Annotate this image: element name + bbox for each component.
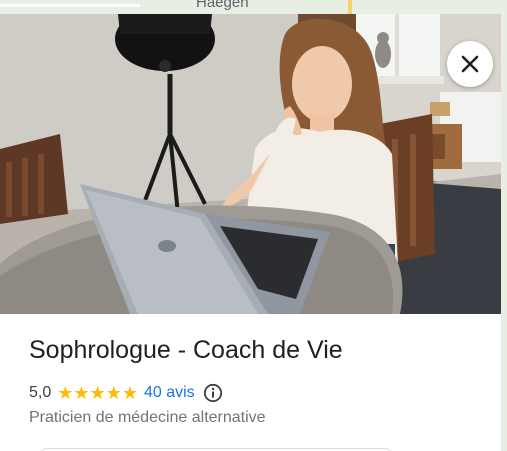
rating-row: 5,0 ★ ★ ★ ★ ★ 40 avis [29,382,223,404]
place-photo[interactable] [0,14,501,314]
place-panel: Haegen Sophrologue - Coach de Vie 5,0 ★ … [0,0,507,451]
place-category[interactable]: Praticien de médecine alternative [29,409,266,427]
rating-stars: ★ ★ ★ ★ ★ [57,384,138,402]
map-road [0,4,140,7]
close-button[interactable] [447,41,493,87]
map-place-label: Haegen [196,0,249,11]
star-icon: ★ [89,383,106,403]
map-background[interactable]: Haegen [0,0,507,14]
reviews-link[interactable]: 40 avis [144,384,195,402]
info-icon[interactable] [203,383,223,403]
star-icon: ★ [57,383,74,403]
place-title: Sophrologue - Coach de Vie [29,336,343,364]
star-icon: ★ [121,383,138,403]
star-icon: ★ [73,383,90,403]
close-icon [461,55,479,73]
star-icon: ★ [105,383,122,403]
map-road [348,0,352,14]
place-info: Sophrologue - Coach de Vie 5,0 ★ ★ ★ ★ ★… [0,314,501,451]
map-background-edge[interactable] [501,14,507,451]
photo-illustration [0,14,501,314]
rating-value: 5,0 [29,384,52,401]
